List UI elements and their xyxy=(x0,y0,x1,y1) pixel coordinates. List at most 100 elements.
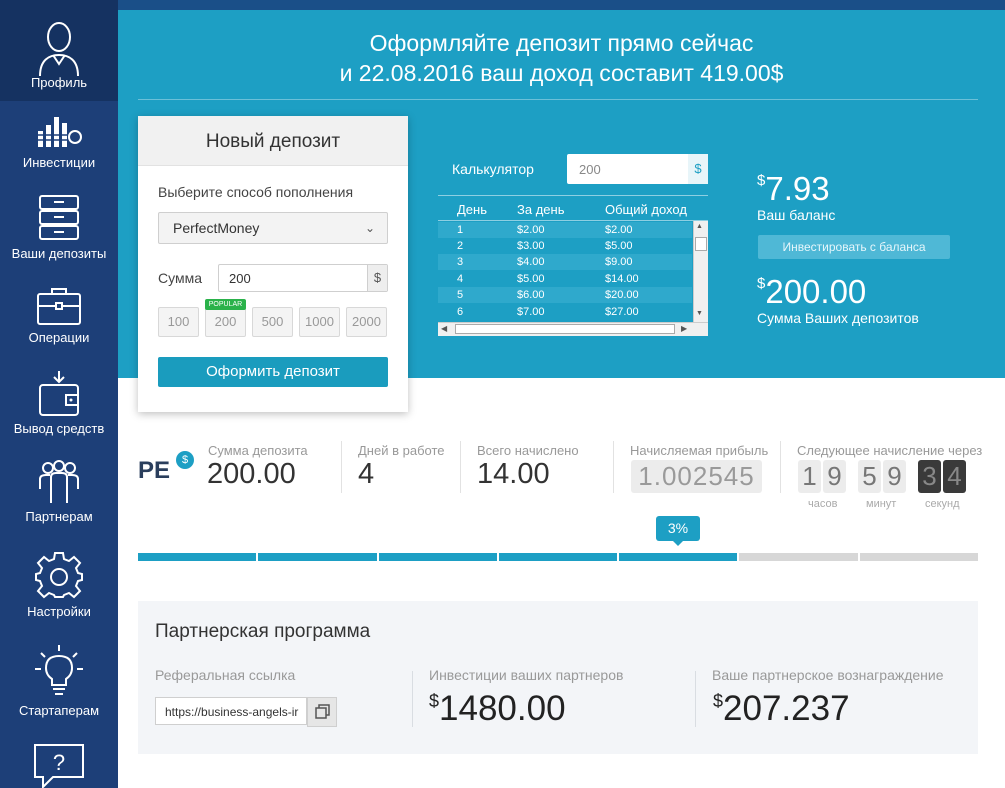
referral-link-label: Реферальная ссылка xyxy=(155,667,296,683)
dollar-icon: $ xyxy=(176,451,194,469)
copy-button[interactable] xyxy=(307,697,337,727)
accrued-value: 14.00 xyxy=(477,458,550,490)
amount-button-200[interactable]: 200 xyxy=(205,307,246,337)
deposit-sum-label: Сумма депозита xyxy=(208,443,308,458)
calculator-input[interactable]: 200 $ xyxy=(567,154,708,184)
profile-icon xyxy=(39,22,79,76)
divider xyxy=(460,441,461,493)
submit-deposit-button[interactable]: Оформить депозит xyxy=(158,357,388,387)
sidebar-item-deposits[interactable]: Ваши депозиты xyxy=(0,194,118,264)
table-row: 6 $7.00 $27.00 xyxy=(438,304,692,320)
sidebar-item-startups[interactable]: Стартаперам xyxy=(0,645,118,723)
popular-badge: POPULAR xyxy=(205,299,246,310)
table-cell: $6.00 xyxy=(517,289,545,301)
sidebar-item-profile[interactable]: Профиль xyxy=(0,0,118,101)
progress-segment xyxy=(138,553,257,561)
amount-button-2000[interactable]: 2000 xyxy=(346,307,387,337)
profit-value: 1.002545 xyxy=(631,460,762,493)
balance-value: 7.93 xyxy=(765,170,830,207)
sidebar-label-startups: Стартаперам xyxy=(18,703,100,718)
payment-method-label: Выберите способ пополнения xyxy=(158,184,354,200)
calculator-input-value: 200 xyxy=(579,162,601,177)
table-cell: $2.00 xyxy=(517,224,545,236)
gear-icon xyxy=(35,552,83,599)
sidebar-item-help[interactable]: ? xyxy=(0,743,118,788)
progress-percent-badge: 3% xyxy=(656,516,700,541)
column-header-total: Общий доход xyxy=(605,202,687,217)
table-cell: 1 xyxy=(457,224,464,236)
amount-button-500[interactable]: 500 xyxy=(252,307,293,337)
column-header-per-day: За день xyxy=(517,202,565,217)
days-label: Дней в работе xyxy=(358,443,445,458)
vertical-scrollbar[interactable]: ▲ ▼ xyxy=(693,221,708,322)
payment-method-select[interactable]: PerfectMoney ⌄ xyxy=(158,212,388,244)
scroll-left-icon[interactable]: ◀ xyxy=(441,324,447,333)
progress-segment xyxy=(258,553,377,561)
deposits-icon xyxy=(39,195,79,240)
table-cell: $20.00 xyxy=(605,289,639,301)
lightbulb-icon xyxy=(35,645,83,695)
top-strip xyxy=(118,0,1005,10)
deposits-total-label: Сумма Ваших депозитов xyxy=(757,310,919,326)
minutes-label: минут xyxy=(866,498,897,510)
partner-reward-value: 207.237 xyxy=(723,689,850,728)
scroll-up-icon[interactable]: ▲ xyxy=(696,223,703,230)
scrollbar-thumb[interactable] xyxy=(695,237,707,251)
seconds-label: секунд xyxy=(925,498,960,510)
profit-label: Начисляемая прибыль xyxy=(630,443,769,458)
calculator-label: Калькулятор xyxy=(452,161,534,177)
table-row: 4 $5.00 $14.00 xyxy=(438,271,692,287)
accrued-label: Всего начислено xyxy=(477,443,579,458)
table-cell: $3.00 xyxy=(517,240,545,252)
currency-symbol: $ xyxy=(757,172,766,189)
table-row: 3 $4.00 $9.00 xyxy=(438,254,692,270)
card-title: Новый депозит xyxy=(138,116,408,166)
sidebar-item-operations[interactable]: Операции xyxy=(0,286,118,348)
sidebar-item-partners[interactable]: Партнерам xyxy=(0,459,118,531)
balance-amount: $7.93 xyxy=(757,170,830,208)
amount-button-1000[interactable]: 1000 xyxy=(299,307,340,337)
scroll-down-icon[interactable]: ▼ xyxy=(696,310,703,317)
sidebar-label-operations: Операции xyxy=(28,330,90,345)
partner-title: Партнерская программа xyxy=(155,621,371,642)
scrollbar-thumb[interactable] xyxy=(455,324,675,334)
invest-from-balance-button[interactable]: Инвестировать с баланса xyxy=(758,235,950,259)
seconds-digit: 3 xyxy=(918,460,941,493)
dollar-icon: $ xyxy=(367,265,387,291)
divider xyxy=(613,441,614,493)
sidebar-item-withdraw[interactable]: Вывод средств xyxy=(0,371,118,441)
table-cell: $27.00 xyxy=(605,306,639,318)
sum-input[interactable]: 200 $ xyxy=(218,264,388,292)
table-cell: 4 xyxy=(457,273,464,285)
horizontal-scrollbar[interactable]: ◀ ▶ xyxy=(438,322,708,336)
calculator-table: День За день Общий доход 1 $2.00 $2.00 2… xyxy=(438,195,708,341)
investments-icon xyxy=(38,117,82,147)
sidebar-item-settings[interactable]: Настройки xyxy=(0,552,118,624)
hours-digit: 9 xyxy=(823,460,846,493)
table-cell: $2.00 xyxy=(605,224,633,236)
sidebar-item-investments[interactable]: Инвестиции xyxy=(0,113,118,178)
calculator-table-header: День За день Общий доход xyxy=(438,195,708,221)
pe-logo: PE xyxy=(138,457,171,484)
wallet-icon xyxy=(39,371,79,416)
referral-link-input[interactable]: https://business-angels-ir xyxy=(155,697,307,725)
payment-method-value: PerfectMoney xyxy=(173,220,260,236)
table-cell: 5 xyxy=(457,289,464,301)
new-deposit-card: Новый депозит Выберите способ пополнения… xyxy=(138,116,408,412)
hero-title: Оформляйте депозит прямо сейчас и 22.08.… xyxy=(118,28,1005,88)
table-cell: 3 xyxy=(457,256,464,268)
amount-button-100[interactable]: 100 xyxy=(158,307,199,337)
table-row: 1 $2.00 $2.00 xyxy=(438,222,692,238)
table-row: 2 $3.00 $5.00 xyxy=(438,238,692,254)
divider xyxy=(341,441,342,493)
briefcase-icon xyxy=(37,288,81,325)
help-icon: ? xyxy=(34,744,84,788)
sidebar-label-withdraw: Вывод средств xyxy=(13,421,105,436)
column-header-day: День xyxy=(457,202,487,217)
sidebar: Профиль Инвестиции Ваши депозиты Операци… xyxy=(0,0,118,788)
deposits-total-amount: $200.00 xyxy=(757,273,866,311)
chevron-down-icon: ⌄ xyxy=(364,221,375,235)
scroll-right-icon[interactable]: ▶ xyxy=(681,324,687,333)
partner-reward-amount: $207.237 xyxy=(713,689,850,729)
svg-text:?: ? xyxy=(53,750,65,775)
